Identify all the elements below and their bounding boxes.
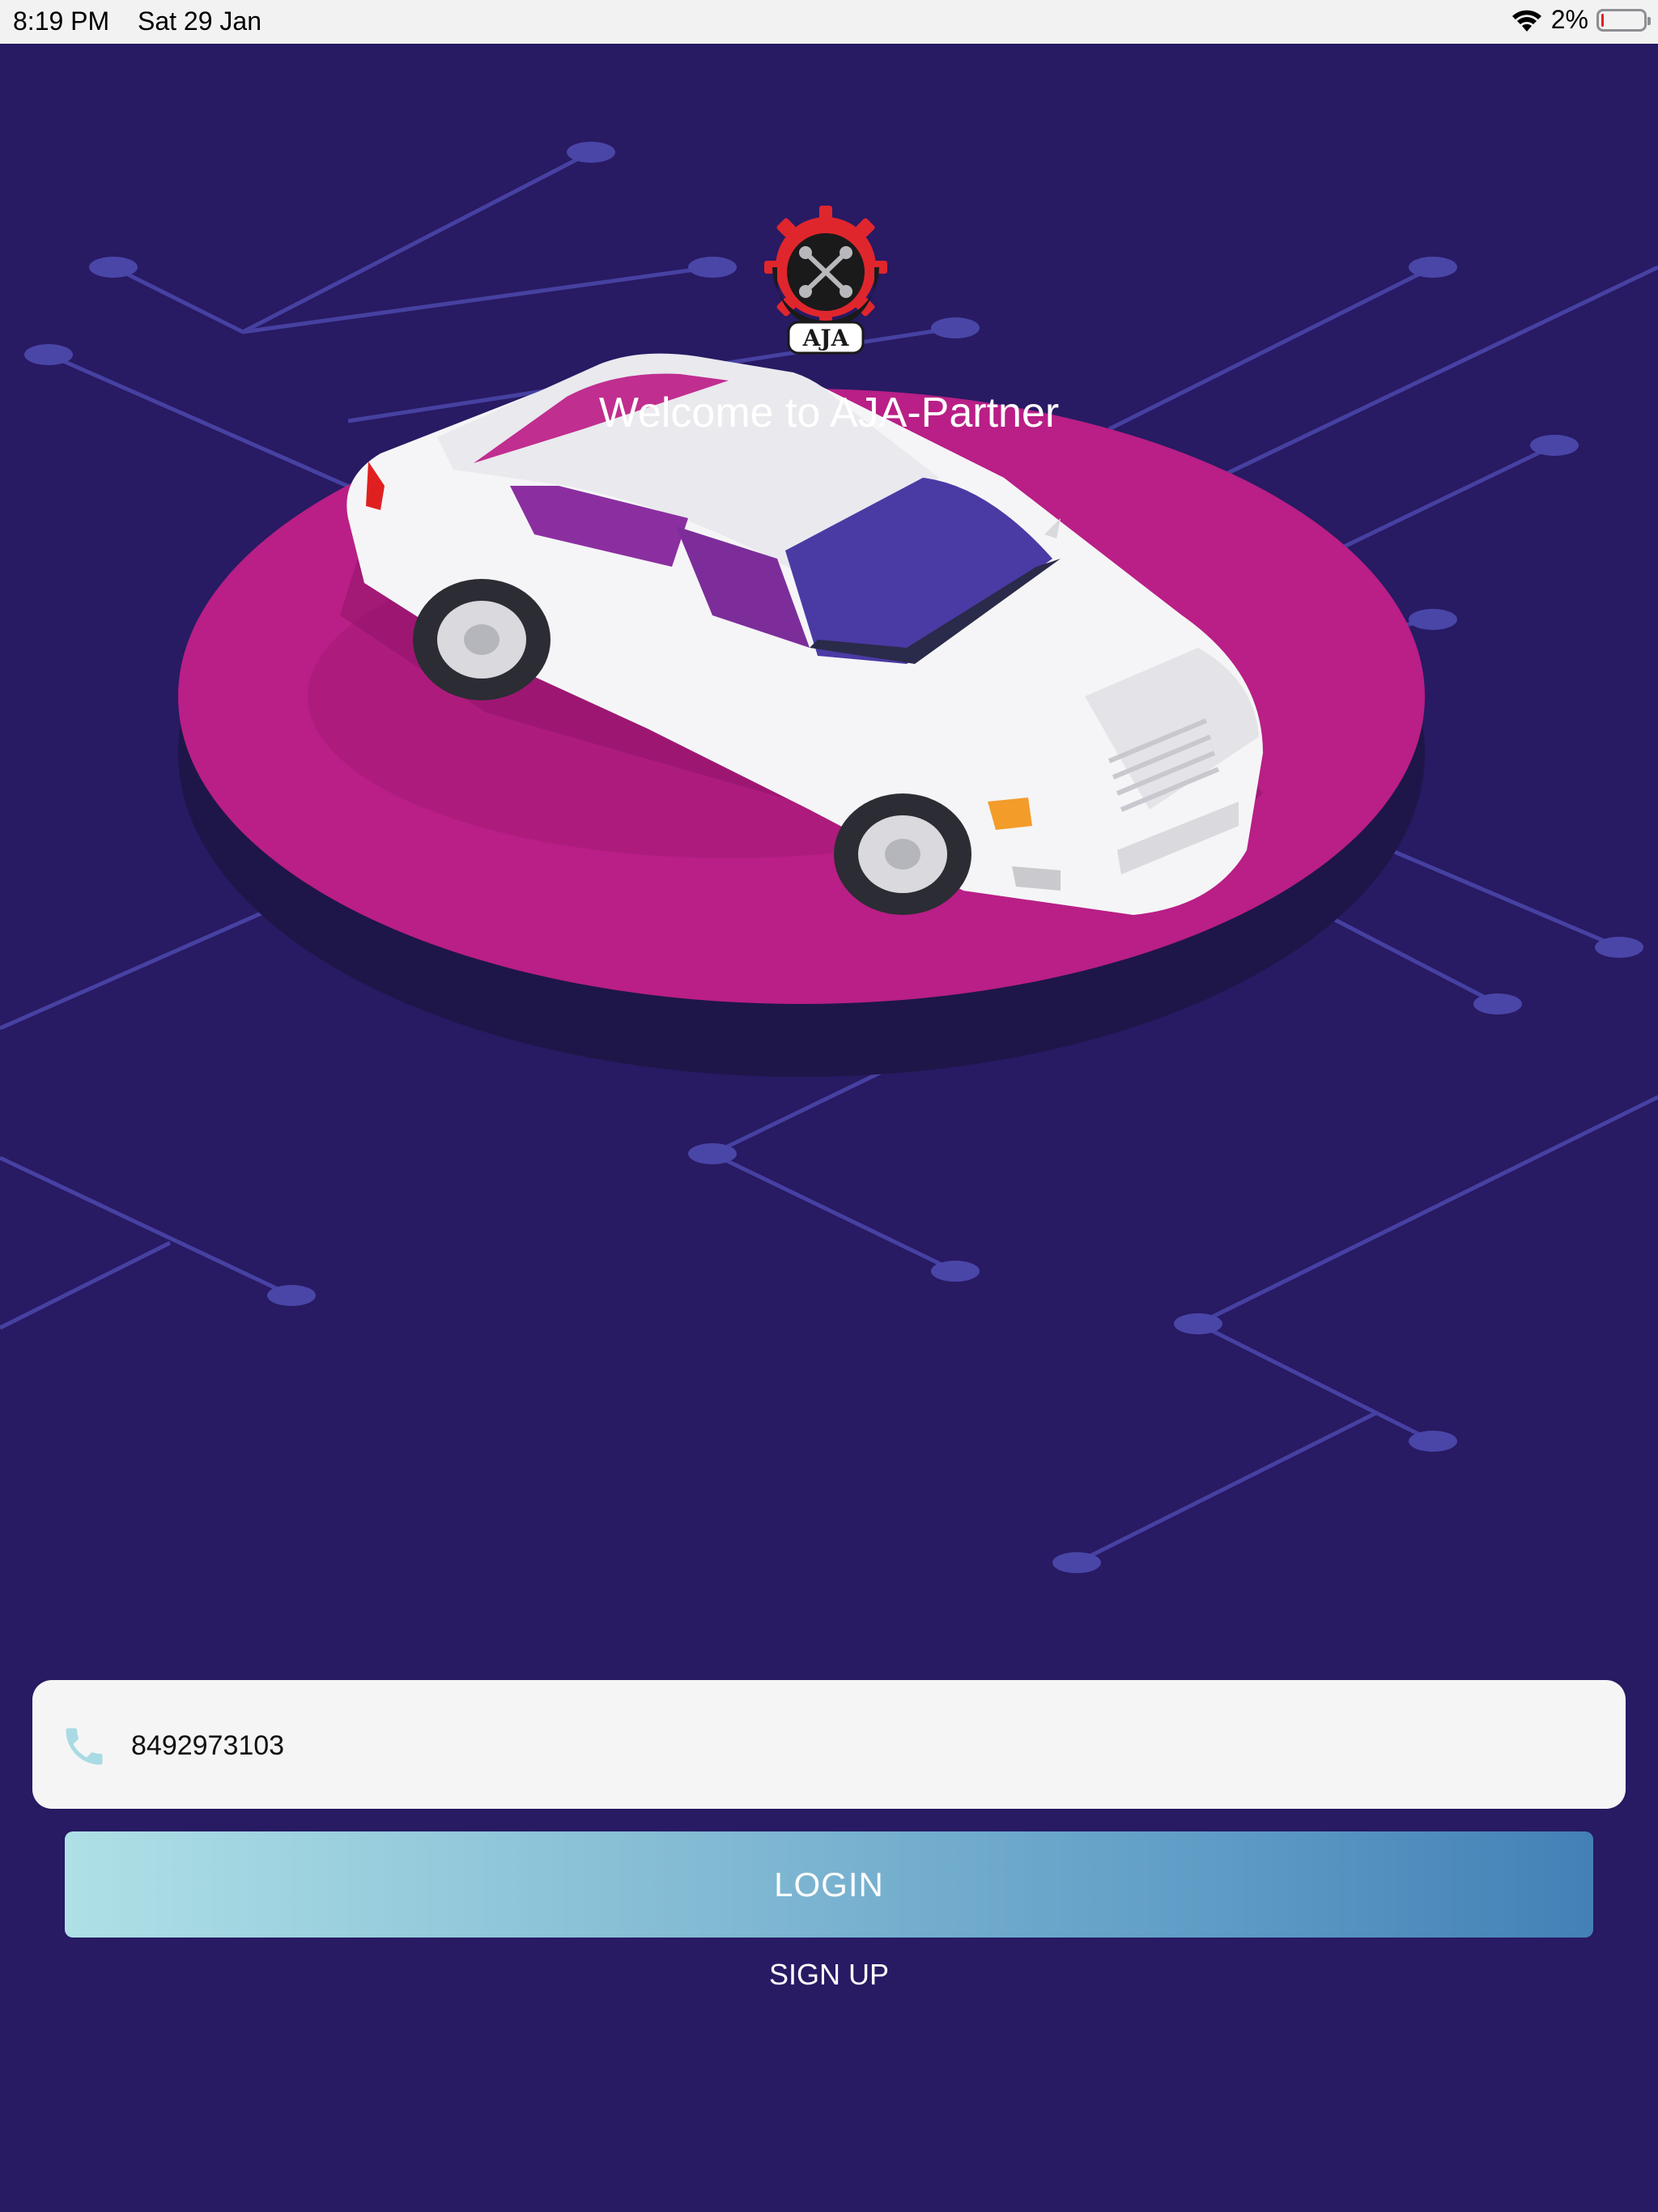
status-date: Sat 29 Jan <box>138 6 261 36</box>
battery-level-fill <box>1601 13 1604 27</box>
wifi-icon <box>1511 10 1541 32</box>
gear-icon <box>764 206 887 329</box>
status-indicators: 2% <box>1511 5 1651 35</box>
status-time: 8:19 PM <box>13 6 110 36</box>
car-wheel-rear <box>413 579 551 700</box>
phone-input[interactable] <box>130 1712 1574 1779</box>
car-wheel-front <box>834 793 971 915</box>
phone-field[interactable] <box>32 1680 1626 1809</box>
signup-button[interactable]: SIGN UP <box>0 1958 1658 1992</box>
login-button[interactable]: LOGIN <box>65 1831 1593 1938</box>
phone-icon <box>66 1728 103 1765</box>
logo-text: AJA <box>802 325 850 351</box>
welcome-title: Welcome to AJA-Partner <box>598 389 1060 436</box>
status-bar: 8:19 PM Sat 29 Jan 2% <box>0 0 1658 44</box>
battery-icon <box>1596 8 1651 32</box>
aja-logo: AJA <box>764 206 887 355</box>
battery-percent: 2% <box>1550 5 1588 34</box>
